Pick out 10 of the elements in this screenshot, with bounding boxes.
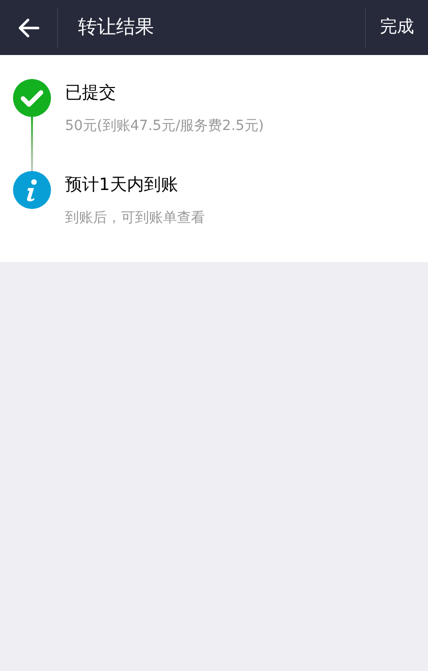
step-title: 预计1天内到账	[65, 174, 179, 197]
check-icon	[13, 79, 51, 117]
back-arrow-icon	[18, 18, 40, 38]
connector-line	[31, 117, 33, 171]
step-detail: 到账后，可到账单查看	[65, 209, 205, 228]
page-title: 转让结果	[78, 15, 155, 40]
step-detail: 50元(到账47.5元/服务费2.5元)	[65, 117, 264, 136]
done-button[interactable]: 完成	[365, 8, 428, 48]
step-title: 已提交	[65, 82, 117, 105]
info-icon	[13, 171, 51, 209]
